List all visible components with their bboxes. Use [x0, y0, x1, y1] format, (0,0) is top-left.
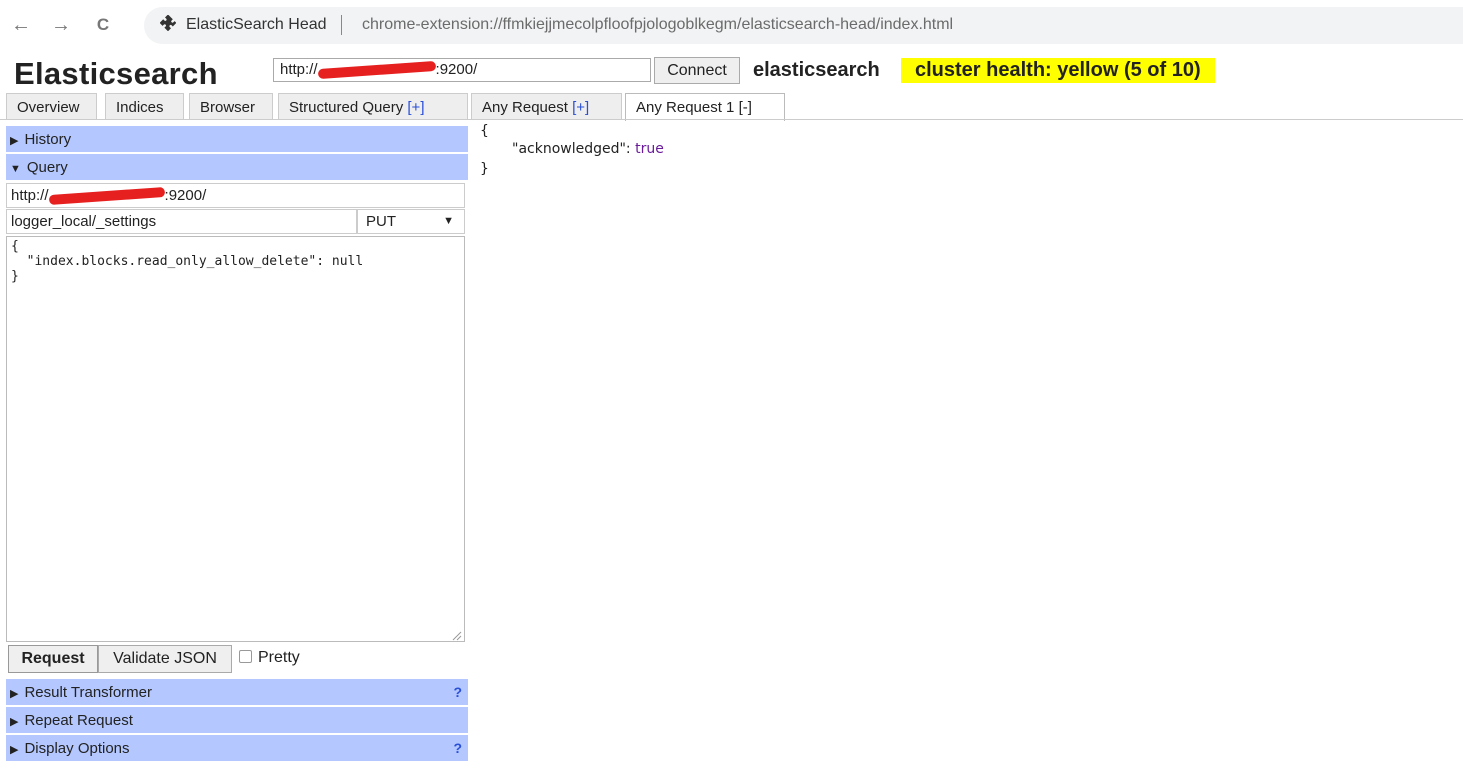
cluster-url-suffix: :9200/ — [435, 61, 478, 78]
request-path-input[interactable]: logger_local/_settings — [6, 209, 357, 234]
forward-arrow-icon[interactable]: → — [50, 14, 72, 36]
resize-grip-icon[interactable] — [450, 628, 462, 641]
json-key: "acknowledged": — [512, 141, 636, 157]
triangle-down-icon: ▼ — [10, 163, 21, 175]
help-icon[interactable]: ? — [453, 679, 462, 706]
address-bar[interactable]: ElasticSearch Head chrome-extension://ff… — [144, 7, 1463, 44]
close-tab-icon[interactable]: [-] — [739, 99, 752, 116]
add-tab-icon[interactable]: [+] — [572, 99, 589, 116]
tab-browser[interactable]: Browser — [189, 93, 273, 119]
request-method-select[interactable]: PUT ▼ — [357, 209, 465, 234]
cluster-url-prefix: http:// — [280, 61, 318, 78]
connect-button[interactable]: Connect — [654, 57, 740, 84]
triangle-right-icon: ▶ — [10, 716, 19, 728]
cluster-url-input[interactable]: http:// :9200/ — [273, 58, 651, 82]
json-close-brace: } — [480, 161, 489, 177]
tab-any-request-1[interactable]: Any Request 1 [-] — [625, 93, 785, 121]
tab-any-request[interactable]: Any Request [+] — [471, 93, 622, 119]
redacted-ip-mark — [317, 60, 436, 80]
cluster-health-badge: cluster health: yellow (5 of 10) — [901, 58, 1215, 83]
request-url-input[interactable]: http://:9200/ — [6, 183, 465, 208]
json-open-brace: { — [480, 123, 489, 139]
validate-json-button[interactable]: Validate JSON — [98, 645, 232, 673]
history-section[interactable]: ▶ History — [6, 126, 468, 152]
reload-icon[interactable]: C — [92, 14, 114, 36]
redacted-ip-mark — [48, 186, 165, 206]
help-icon[interactable]: ? — [453, 735, 462, 762]
display-options-section[interactable]: ▶ Display Options ? — [6, 735, 468, 761]
request-body-textarea[interactable]: { "index.blocks.read_only_allow_delete":… — [6, 236, 465, 642]
triangle-right-icon: ▶ — [10, 688, 19, 700]
pretty-checkbox[interactable] — [239, 650, 252, 663]
tab-divider — [0, 119, 1463, 120]
triangle-right-icon: ▶ — [10, 744, 19, 756]
tab-overview[interactable]: Overview — [6, 93, 97, 119]
back-arrow-icon[interactable]: ← — [10, 14, 32, 36]
repeat-request-section[interactable]: ▶ Repeat Request — [6, 707, 468, 733]
browser-toolbar: ← → C ElasticSearch Head chrome-extensio… — [0, 0, 1463, 53]
add-tab-icon[interactable]: [+] — [407, 99, 424, 116]
app-title: Elasticsearch — [14, 56, 218, 91]
tab-structured-query[interactable]: Structured Query [+] — [278, 93, 468, 119]
page-title: ElasticSearch Head — [186, 16, 327, 33]
request-button[interactable]: Request — [8, 645, 98, 673]
page-url[interactable]: chrome-extension://ffmkiejjmecolpfloofpj… — [362, 16, 953, 34]
triangle-right-icon: ▶ — [10, 135, 19, 147]
json-entry: "acknowledged": true — [512, 142, 664, 156]
query-section[interactable]: ▼ Query — [6, 154, 468, 180]
result-transformer-section[interactable]: ▶ Result Transformer ? — [6, 679, 468, 705]
puzzle-icon — [159, 14, 177, 36]
tab-indices[interactable]: Indices — [105, 93, 184, 119]
cluster-name: elasticsearch — [753, 59, 880, 81]
pretty-label: Pretty — [258, 649, 300, 666]
omnibox-divider — [341, 15, 342, 35]
dropdown-arrow-icon: ▼ — [443, 215, 454, 227]
json-value: true — [635, 141, 664, 157]
